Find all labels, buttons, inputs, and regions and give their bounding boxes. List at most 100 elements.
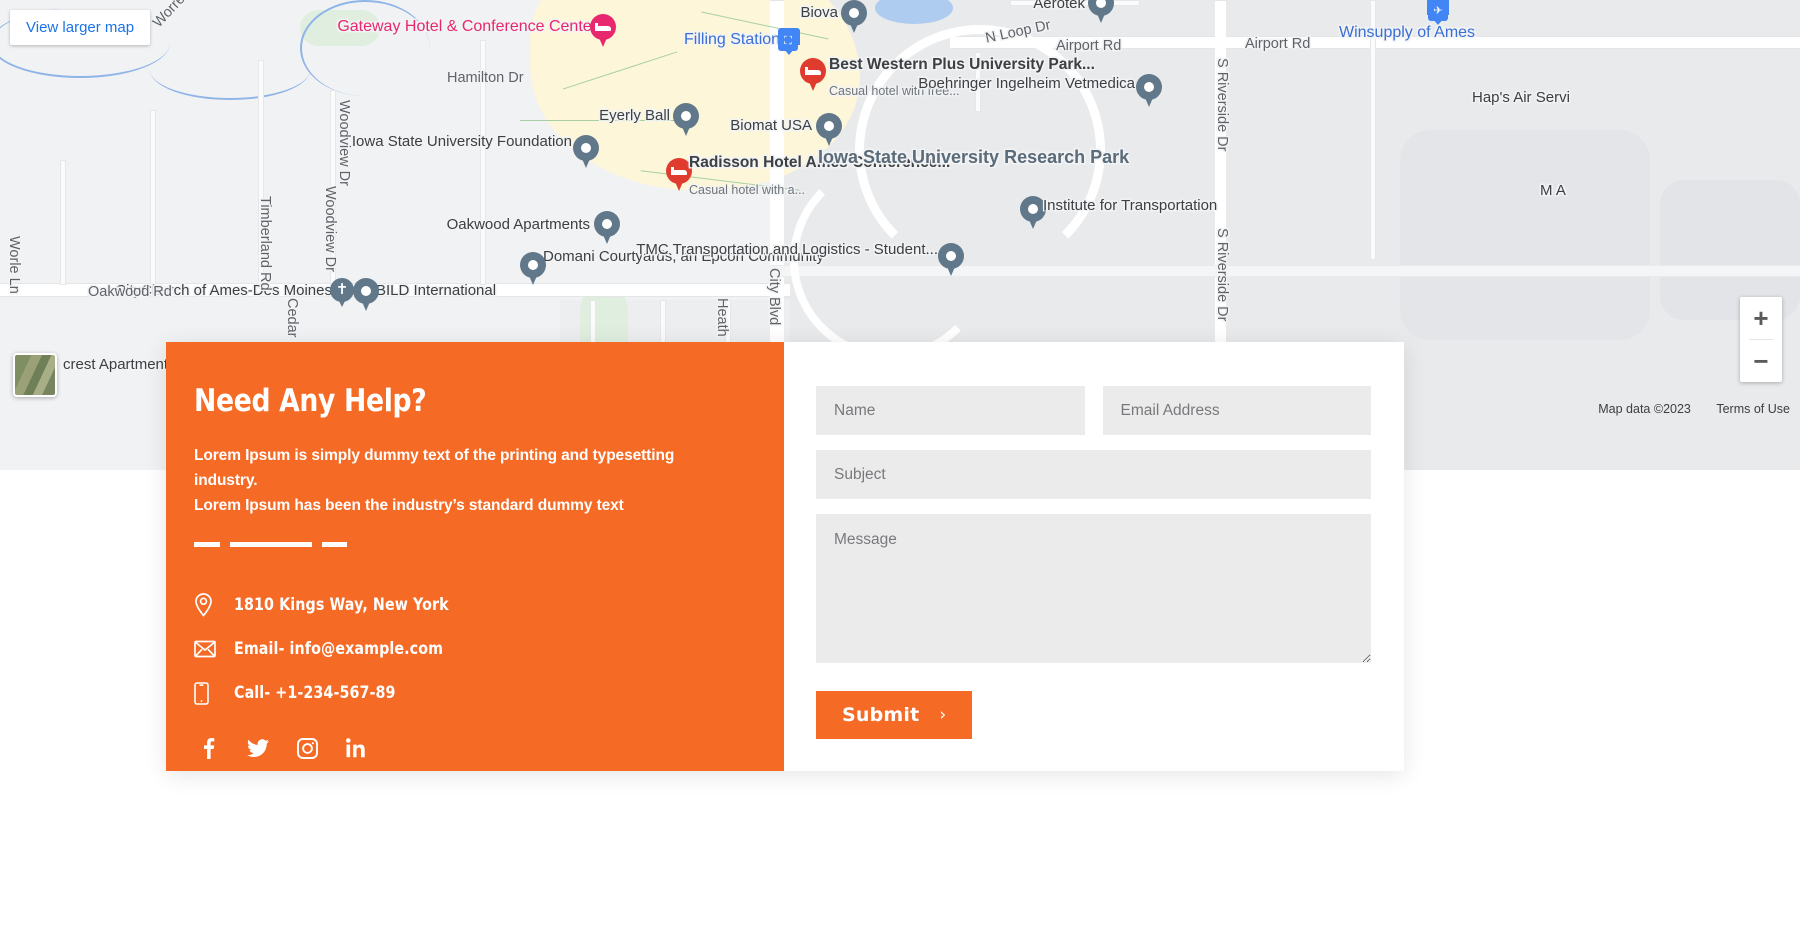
map-pin-gateway-hotel[interactable] (590, 14, 616, 48)
pin-dot (824, 121, 834, 131)
map-pin-tmc-transportation[interactable] (938, 243, 964, 277)
contact-row-email[interactable]: Email- info@example.com (194, 627, 784, 671)
facebook-icon[interactable] (198, 737, 220, 760)
map-poi-label-winsupply[interactable]: Winsupply of Ames (1339, 24, 1475, 42)
pin-tail (601, 230, 613, 244)
location-pin-icon (194, 593, 234, 618)
map-poi-label-oakwood-apts[interactable]: Oakwood Apartments (447, 216, 590, 234)
email-text[interactable]: Email- info@example.com (234, 639, 443, 659)
map-pin-boehringer[interactable] (1136, 74, 1162, 108)
pin-tail (680, 122, 692, 136)
divider-dash-2 (230, 542, 312, 548)
pin-dot (946, 251, 956, 261)
pin-tail (673, 177, 685, 191)
contact-details: 1810 Kings Way, New York Email- info@exa… (194, 583, 784, 715)
map-poi-label-filling-station[interactable]: Filling Station (684, 31, 780, 49)
social-links (194, 737, 784, 760)
name-field-wrapper (816, 386, 1085, 435)
contact-row-address: 1810 Kings Way, New York (194, 583, 784, 627)
intro-text: Lorem Ipsum is simply dummy text of the … (194, 443, 739, 518)
map-pin-citychurch[interactable]: ✝ (330, 278, 354, 308)
church-glyph: ✝ (335, 281, 349, 298)
chevron-right-icon: › (939, 705, 947, 725)
phone-text[interactable]: Call- +1-234-567-89 (234, 683, 396, 703)
map-pin-isu-foundation[interactable] (573, 135, 599, 169)
pin-tail (848, 19, 860, 33)
map-poi-label-tmc[interactable]: TMC Transportation and Logistics - Stude… (636, 241, 938, 259)
form-row-name-email (816, 386, 1371, 435)
envelope-icon (194, 640, 234, 658)
map-zoom-controls[interactable]: + − (1740, 297, 1782, 382)
map-street-label-worle-ln: Worle Ln (6, 236, 22, 294)
terms-of-use-link[interactable]: Terms of Use (1716, 402, 1790, 416)
address-text: 1810 Kings Way, New York (234, 595, 449, 616)
map-pin-biova[interactable] (841, 0, 867, 34)
message-textarea[interactable] (816, 514, 1371, 663)
pin-tail (807, 77, 819, 91)
name-input[interactable] (816, 386, 1085, 435)
hotel-bed-icon (805, 67, 821, 76)
map-stream-3 (300, 0, 430, 96)
map-poi-sub-radisson: Casual hotel with a... (689, 183, 806, 197)
map-satellite-thumbnail[interactable] (13, 353, 57, 397)
map-poi-label-biomat-usa[interactable]: Biomat USA (730, 117, 812, 135)
map-poi-label-aerotek[interactable]: Aerotek (1033, 0, 1085, 13)
map-pin-aerotek[interactable] (1088, 0, 1114, 24)
map-street-4 (60, 160, 66, 285)
contact-form: Submit › (784, 342, 1404, 771)
map-poi-label-bild-international[interactable]: BILD International (376, 282, 496, 300)
contact-card: Need Any Help? Lorem Ipsum is simply dum… (166, 342, 1404, 771)
map-attribution: Map data ©2023 Terms of Use (1598, 402, 1790, 416)
subject-input[interactable] (816, 450, 1371, 499)
pin-tail (1027, 215, 1039, 229)
map-poi-label-institute-transportation[interactable]: Institute for Transportation (1043, 197, 1217, 215)
pin-dot (849, 8, 859, 18)
instagram-icon[interactable] (296, 737, 318, 759)
pin-dot (1028, 204, 1038, 214)
map-poi-label-boehringer[interactable]: Boehringer Ingelheim Vetmedica (918, 75, 1135, 93)
map-street-label-oakwood-rd: Oakwood Rd (88, 284, 172, 300)
map-pin-domani-courtyards[interactable] (520, 252, 546, 286)
email-input[interactable] (1102, 386, 1371, 435)
twitter-icon[interactable] (247, 737, 269, 759)
map-street-label-airport-rd-1: Airport Rd (1056, 38, 1122, 54)
form-row-subject (816, 450, 1371, 499)
map-poi-label-crest-apartments[interactable]: crest Apartments (63, 356, 176, 374)
pin-dot (581, 143, 591, 153)
divider (194, 542, 784, 548)
linkedin-icon[interactable] (345, 737, 367, 759)
map-poi-label-haps-air[interactable]: Hap's Air Servi (1472, 89, 1570, 107)
pin-tail (1095, 9, 1107, 23)
map-street-label-cedar: Cedar (284, 298, 300, 338)
map-pin-oakwood-apartments[interactable] (594, 211, 620, 245)
map-street-label-woodview-1: Woodview Dr (336, 100, 352, 186)
submit-button[interactable]: Submit › (816, 691, 973, 739)
pin-tail (823, 132, 835, 146)
map-street-5 (150, 110, 156, 285)
pin-dot (681, 111, 691, 121)
map-poi-label-m-a[interactable]: M A (1540, 182, 1566, 201)
mobile-phone-icon (194, 682, 234, 705)
map-street-label-city-blvd: City Blvd (766, 268, 782, 326)
pin-tail (527, 271, 539, 285)
intro-line-1: Lorem Ipsum is simply dummy text of the … (194, 447, 675, 490)
map-street-label-woodview-2: Woodview Dr (322, 186, 338, 272)
map-pin-best-western[interactable] (800, 58, 826, 92)
submit-label: Submit (842, 704, 920, 726)
zoom-out-button[interactable]: − (1740, 340, 1782, 382)
map-poi-label-eyerly-ball[interactable]: Eyerly Ball (599, 107, 670, 125)
view-larger-map-button[interactable]: View larger map (10, 10, 151, 45)
map-poi-label-biova[interactable]: Biova (800, 4, 838, 22)
page-title: Need Any Help? (194, 383, 427, 419)
map-poi-label-gateway-hotel: Gateway Hotel & Conference Center (337, 18, 597, 35)
map-pin-bild-international[interactable] (353, 278, 379, 312)
zoom-in-button[interactable]: + (1740, 297, 1782, 339)
contact-row-phone[interactable]: Call- +1-234-567-89 (194, 671, 784, 715)
transit-icon: ⛶ (778, 31, 798, 51)
map-poi-label-best-western: Best Western Plus University Park... (829, 56, 1095, 73)
map-pin-biomat-usa[interactable] (816, 113, 842, 147)
map-street-label-riverside-2: S Riverside Dr (1214, 228, 1230, 322)
map-poi-label-isu-foundation[interactable]: Iowa State University Foundation (352, 133, 572, 151)
map-street-label-timberland: Timberland Rd (257, 196, 273, 291)
map-pin-eyerly-ball[interactable] (673, 103, 699, 137)
